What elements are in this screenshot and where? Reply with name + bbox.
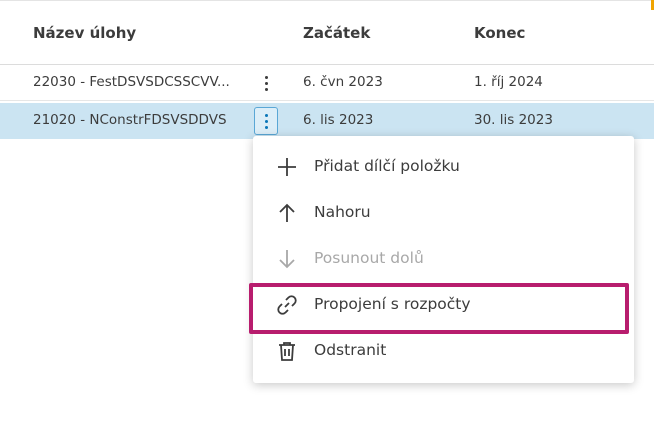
row-more-button-active[interactable]	[254, 107, 278, 135]
menu-item-delete[interactable]: Odstranit	[253, 328, 634, 374]
column-header-start[interactable]: Začátek	[303, 24, 370, 42]
arrow-up-icon	[279, 203, 295, 222]
kebab-dot-icon	[264, 119, 268, 123]
column-header-end[interactable]: Konec	[474, 24, 525, 42]
row-more-button[interactable]	[254, 69, 278, 97]
kebab-dot-icon	[264, 113, 268, 117]
table-header: Název úlohy Začátek Konec	[0, 0, 654, 64]
context-menu: Přidat dílčí položku Nahoru Posunout dol…	[253, 136, 634, 383]
end-date-cell: 1. říj 2024	[474, 74, 543, 90]
table-row-selected[interactable]: 21020 - NConstrFDSVSDDVS 6. lis 2023 30.…	[0, 103, 654, 139]
task-name-cell: 22030 - FestDSVSDCSSCVV...	[33, 74, 230, 90]
start-date-cell: 6. čvn 2023	[303, 74, 383, 90]
start-date-cell: 6. lis 2023	[303, 112, 374, 128]
menu-item-label: Odstranit	[314, 341, 387, 359]
column-header-task-name[interactable]: Název úlohy	[33, 24, 136, 42]
kebab-dot-icon	[264, 75, 268, 79]
menu-item-label: Nahoru	[314, 203, 371, 221]
menu-item-label: Posunout dolů	[314, 249, 424, 267]
menu-item-add-subitem[interactable]: Přidat dílčí položku	[253, 144, 634, 190]
arrow-down-icon	[279, 250, 295, 269]
kebab-dot-icon	[264, 87, 268, 91]
trash-icon	[279, 342, 295, 361]
plus-icon	[278, 158, 296, 176]
menu-item-move-up[interactable]: Nahoru	[253, 190, 634, 236]
menu-item-move-down: Posunout dolů	[253, 236, 634, 282]
table-row[interactable]: 22030 - FestDSVSDCSSCVV... 6. čvn 2023 1…	[0, 65, 654, 101]
task-name-cell: 21020 - NConstrFDSVSDDVS	[33, 112, 227, 128]
menu-item-label: Přidat dílčí položku	[314, 157, 460, 175]
end-date-cell: 30. lis 2023	[474, 112, 553, 128]
highlight-box	[249, 283, 629, 334]
kebab-dot-icon	[264, 125, 268, 129]
kebab-dot-icon	[264, 81, 268, 85]
